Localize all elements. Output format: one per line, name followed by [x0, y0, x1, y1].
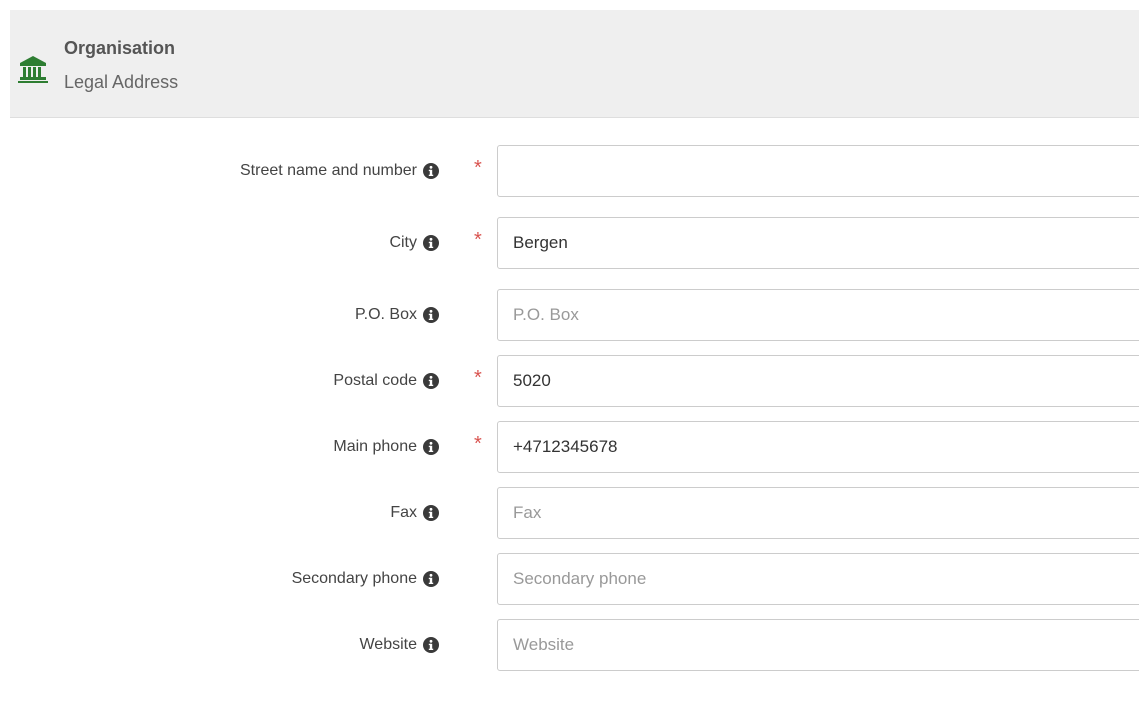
fax-label: Fax	[390, 487, 439, 539]
secondary-phone-label-text: Secondary phone	[291, 570, 417, 587]
street-label: Street name and number	[240, 145, 439, 197]
required-indicator: *	[474, 157, 482, 179]
form-row-postal-code: Postal code *	[0, 355, 1139, 407]
info-icon[interactable]	[423, 307, 439, 323]
secondary-phone-input[interactable]	[497, 553, 1139, 605]
info-icon[interactable]	[423, 505, 439, 521]
form-row-fax: Fax	[0, 487, 1139, 539]
form-row-po-box: P.O. Box	[0, 289, 1139, 341]
form-row-secondary-phone: Secondary phone	[0, 553, 1139, 605]
fax-input[interactable]	[497, 487, 1139, 539]
fax-label-text: Fax	[390, 504, 417, 521]
street-input[interactable]	[497, 145, 1139, 197]
website-label: Website	[359, 619, 439, 671]
info-icon[interactable]	[423, 373, 439, 389]
info-icon[interactable]	[423, 163, 439, 179]
city-input[interactable]	[497, 217, 1139, 269]
info-icon[interactable]	[423, 637, 439, 653]
postal-code-input[interactable]	[497, 355, 1139, 407]
institution-icon	[18, 56, 48, 83]
info-icon[interactable]	[423, 235, 439, 251]
po-box-label-text: P.O. Box	[355, 306, 417, 323]
section-header: Organisation Legal Address	[10, 10, 1139, 118]
main-phone-input[interactable]	[497, 421, 1139, 473]
required-indicator: *	[474, 229, 482, 251]
main-phone-label: Main phone	[333, 421, 439, 473]
city-label: City	[389, 217, 439, 269]
po-box-label: P.O. Box	[355, 289, 439, 341]
website-input[interactable]	[497, 619, 1139, 671]
postal-code-label: Postal code	[333, 355, 439, 407]
website-label-text: Website	[359, 636, 417, 653]
main-phone-label-text: Main phone	[333, 438, 417, 455]
section-subtitle: Legal Address	[64, 72, 179, 92]
form-row-website: Website	[0, 619, 1139, 671]
po-box-input[interactable]	[497, 289, 1139, 341]
street-label-text: Street name and number	[240, 162, 417, 179]
postal-code-label-text: Postal code	[333, 372, 417, 389]
form-row-main-phone: Main phone *	[0, 421, 1139, 473]
required-indicator: *	[474, 367, 482, 389]
required-indicator: *	[474, 433, 482, 455]
info-icon[interactable]	[423, 571, 439, 587]
info-icon[interactable]	[423, 439, 439, 455]
secondary-phone-label: Secondary phone	[292, 553, 439, 605]
city-label-text: City	[389, 234, 417, 251]
section-title: Organisation	[64, 38, 176, 58]
form-row-street: Street name and number *	[0, 145, 1139, 197]
form-row-city: City *	[0, 217, 1139, 269]
